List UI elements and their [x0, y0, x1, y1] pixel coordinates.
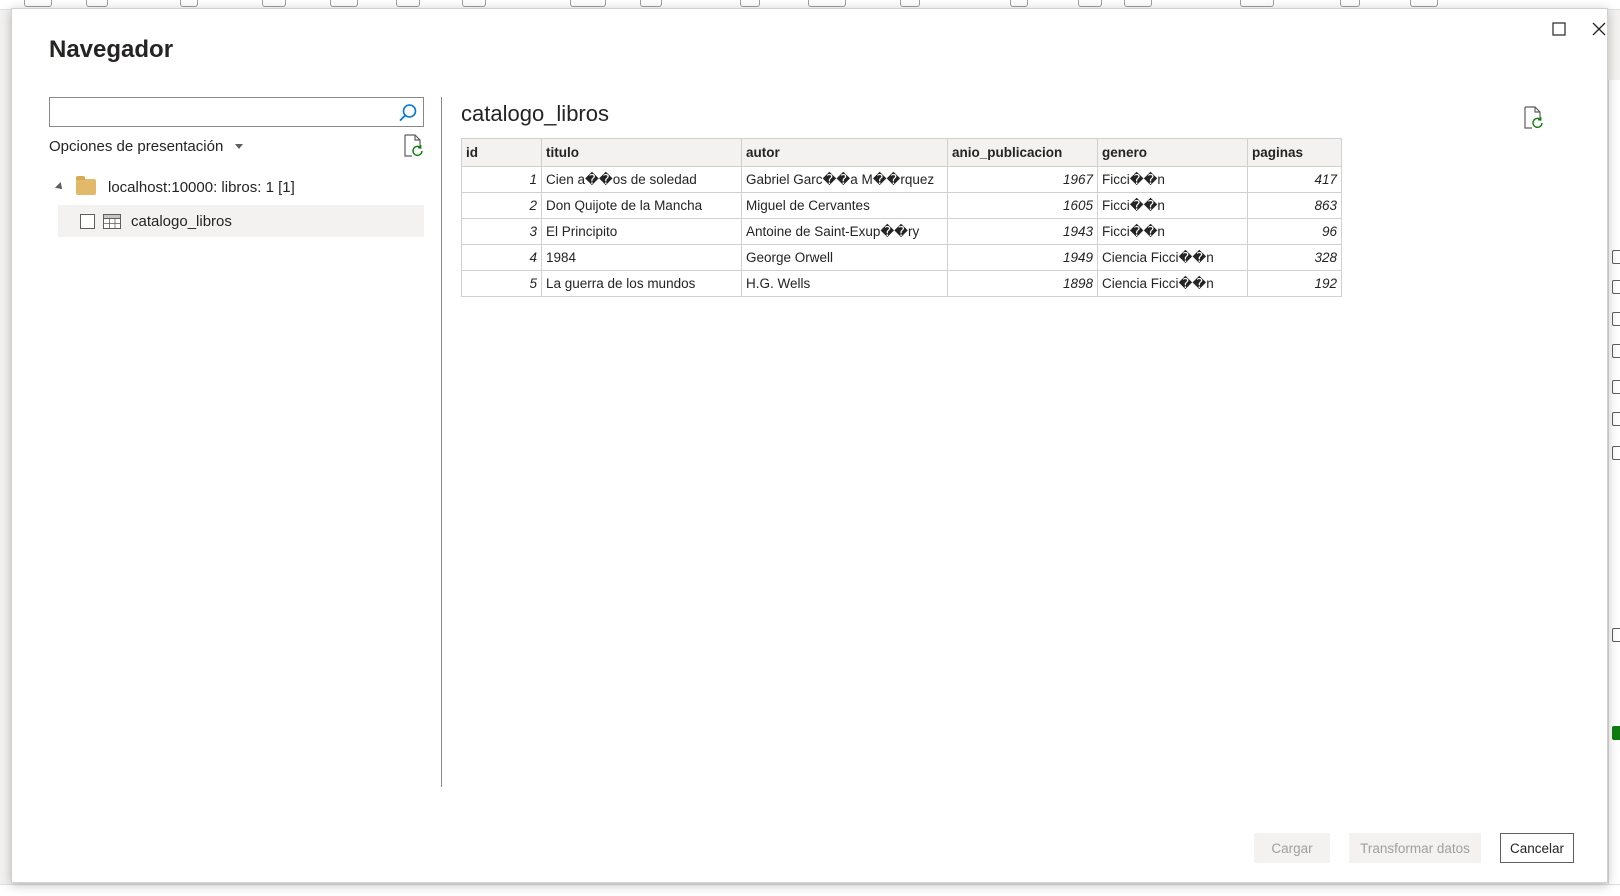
column-header[interactable]: paginas — [1247, 138, 1342, 167]
table-cell: Ficci��n — [1097, 218, 1248, 245]
background-side-panel — [1608, 80, 1620, 896]
tree-item-label: catalogo_libros — [131, 212, 232, 230]
table-cell: 96 — [1247, 218, 1342, 245]
table-cell: Miguel de Cervantes — [741, 192, 948, 219]
search-input[interactable] — [50, 98, 390, 126]
table-row: 4 1984 George Orwell 1949 Ciencia Ficci�… — [461, 244, 1342, 271]
table-cell: 4 — [461, 244, 542, 271]
preview-table: id titulo autor anio_publicacion genero … — [461, 138, 1342, 297]
table-cell: 5 — [461, 270, 542, 297]
table-cell: 328 — [1247, 244, 1342, 271]
table-cell: 192 — [1247, 270, 1342, 297]
table-cell: 1943 — [947, 218, 1098, 245]
table-cell: 417 — [1247, 166, 1342, 193]
table-cell: George Orwell — [741, 244, 948, 271]
table-cell: Ciencia Ficci��n — [1097, 270, 1248, 297]
table-cell: H.G. Wells — [741, 270, 948, 297]
preview-title: catalogo_libros — [461, 101, 609, 126]
table-cell: Ficci��n — [1097, 166, 1248, 193]
table-cell: 2 — [461, 192, 542, 219]
maximize-icon — [1552, 22, 1566, 36]
close-icon — [1592, 22, 1606, 36]
tree-server-node[interactable]: localhost:10000: libros: 1 [1] — [55, 173, 295, 201]
navigator-dialog: Navegador Opciones de presentación local… — [11, 8, 1608, 883]
table-row: 5 La guerra de los mundos H.G. Wells 189… — [461, 270, 1342, 297]
table-cell: 1949 — [947, 244, 1098, 271]
search-icon[interactable] — [398, 103, 418, 123]
item-checkbox[interactable] — [80, 213, 95, 229]
column-header[interactable]: genero — [1097, 138, 1248, 167]
transform-data-button[interactable]: Transformar datos — [1349, 833, 1481, 863]
table-cell: Gabriel Garc��a M��rquez — [741, 166, 948, 193]
search-box — [49, 97, 424, 127]
tree-item-catalogo-libros[interactable]: catalogo_libros — [58, 205, 424, 237]
table-cell: Ficci��n — [1097, 192, 1248, 219]
load-button[interactable]: Cargar — [1254, 833, 1330, 863]
folder-icon — [76, 176, 96, 195]
table-cell: Don Quijote de la Mancha — [541, 192, 742, 219]
table-cell: Ciencia Ficci��n — [1097, 244, 1248, 271]
table-cell: 1 — [461, 166, 542, 193]
refresh-icon[interactable] — [402, 134, 424, 158]
display-options-dropdown[interactable]: Opciones de presentación — [49, 138, 244, 155]
dialog-title: Navegador — [49, 36, 174, 63]
column-header[interactable]: id — [461, 138, 542, 167]
table-cell: La guerra de los mundos — [541, 270, 742, 297]
table-cell: 1984 — [541, 244, 742, 271]
table-cell: El Principito — [541, 218, 742, 245]
table-row: 1 Cien a��os de soledad Gabriel Garc��a … — [461, 166, 1342, 193]
chevron-down-icon — [235, 144, 244, 149]
background-status-bar — [0, 884, 1620, 896]
cancel-button[interactable]: Cancelar — [1500, 833, 1574, 863]
column-header[interactable]: autor — [741, 138, 948, 167]
pane-divider[interactable] — [441, 97, 442, 787]
table-cell: Antoine de Saint-Exup��ry — [741, 218, 948, 245]
table-row: 3 El Principito Antoine de Saint-Exup��r… — [461, 218, 1342, 245]
expand-toggle-icon[interactable] — [55, 182, 65, 192]
display-options-label: Opciones de presentación — [49, 138, 224, 155]
table-cell: 863 — [1247, 192, 1342, 219]
table-cell: 1898 — [947, 270, 1098, 297]
server-label: localhost:10000: libros: 1 [1] — [108, 178, 295, 196]
column-header[interactable]: titulo — [541, 138, 742, 167]
close-button[interactable] — [1585, 15, 1613, 43]
table-cell: 1967 — [947, 166, 1098, 193]
table-row: 2 Don Quijote de la Mancha Miguel de Cer… — [461, 192, 1342, 219]
table-cell: Cien a��os de soledad — [541, 166, 742, 193]
column-header[interactable]: anio_publicacion — [947, 138, 1098, 167]
table-cell: 1605 — [947, 192, 1098, 219]
refresh-preview-icon[interactable] — [1522, 106, 1544, 130]
table-header-row: id titulo autor anio_publicacion genero … — [461, 138, 1342, 167]
table-icon — [103, 213, 121, 229]
maximize-button[interactable] — [1545, 15, 1573, 43]
table-cell: 3 — [461, 218, 542, 245]
